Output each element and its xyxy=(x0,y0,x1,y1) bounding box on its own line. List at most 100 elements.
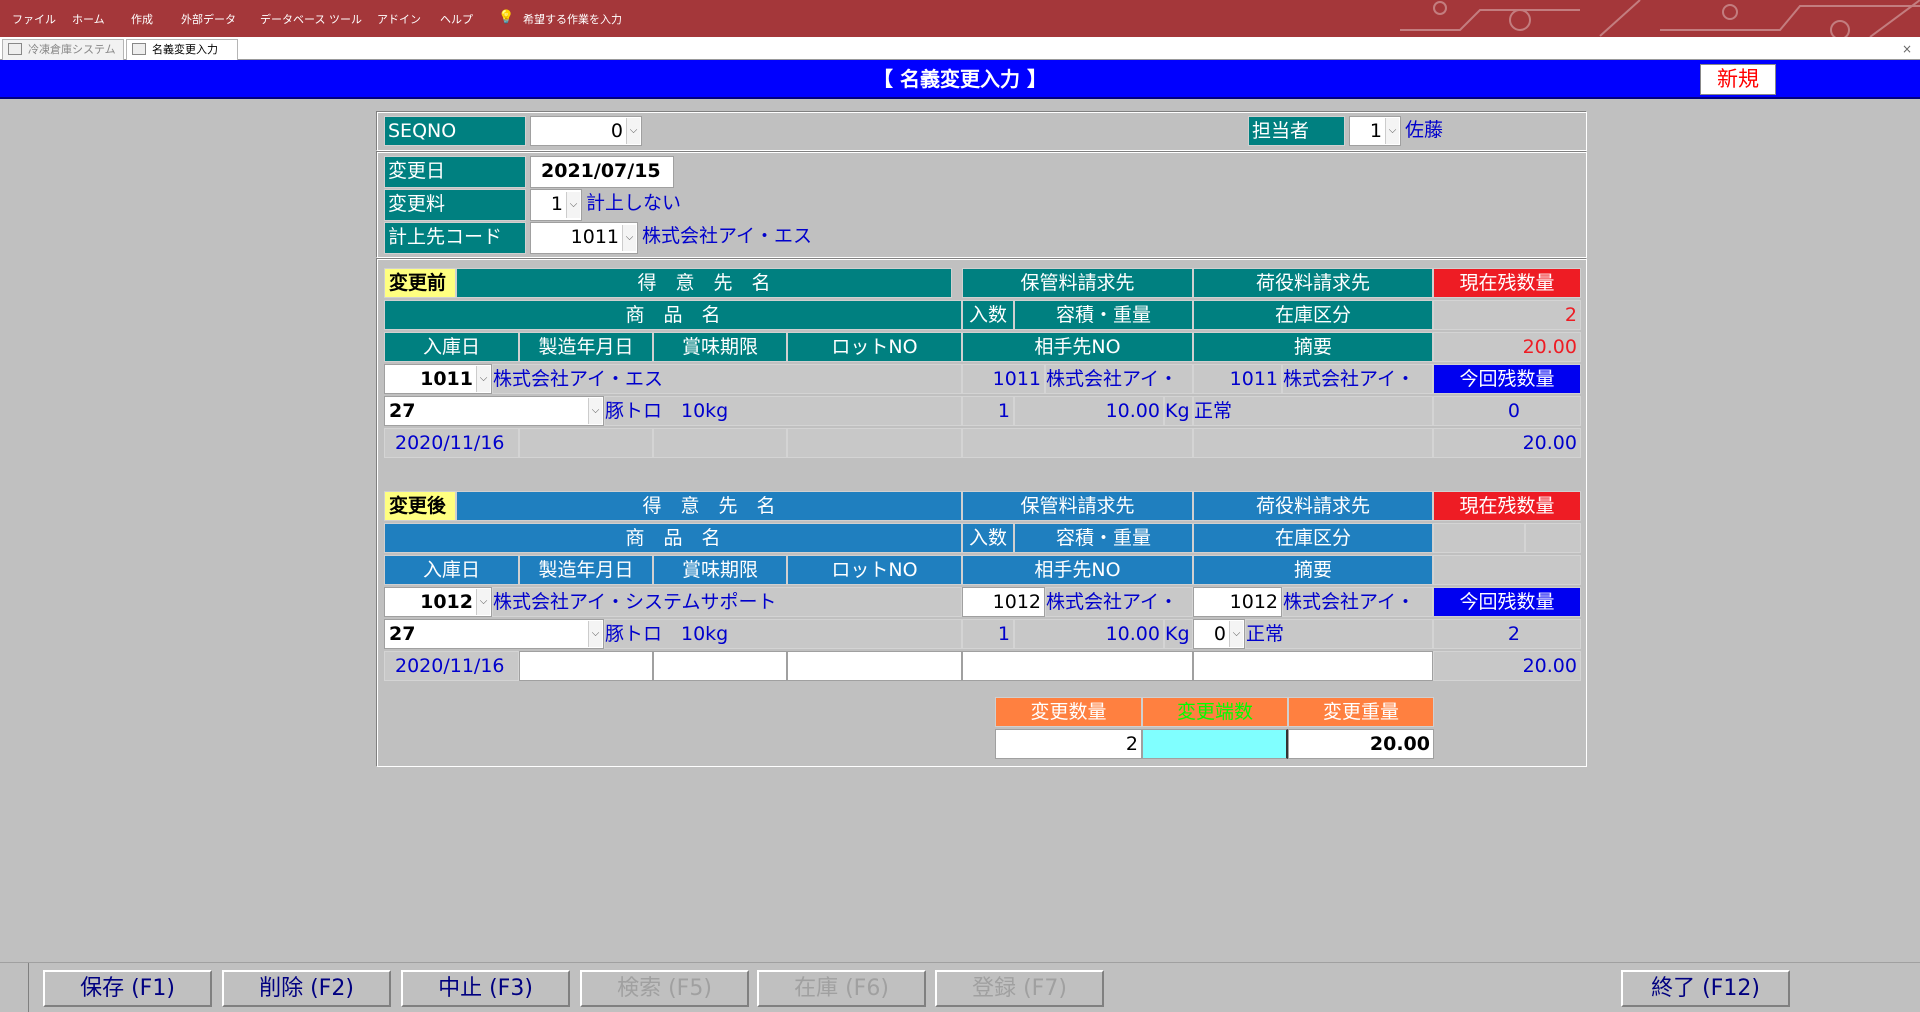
delete-button[interactable]: 削除 (F2) xyxy=(222,970,391,1007)
change-qty-label: 変更数量 xyxy=(995,697,1142,727)
menu-help[interactable]: ヘルプ xyxy=(440,13,473,27)
mfg-date-header: 製造年月日 xyxy=(519,332,653,362)
storage-bill-header: 保管料請求先 xyxy=(962,491,1193,521)
change-weight-field[interactable]: 20.00 xyxy=(1288,729,1434,759)
before-stock-type: 正常 xyxy=(1193,396,1433,426)
lot-header: ロットNO xyxy=(787,555,962,585)
form-icon xyxy=(8,43,22,55)
menu-external-data[interactable]: 外部データ xyxy=(181,13,236,27)
chevron-down-icon[interactable]: ⌵ xyxy=(622,225,636,251)
before-partner-no xyxy=(962,428,1193,458)
register-button[interactable]: 登録 (F7) xyxy=(935,970,1104,1007)
cancel-button[interactable]: 中止 (F3) xyxy=(401,970,570,1007)
lightbulb-icon: 💡 xyxy=(498,10,515,25)
account-code-label: 計上先コード xyxy=(384,222,526,254)
document-tab-bar: 冷凍倉庫システム 名義変更入力 xyxy=(0,37,1920,60)
form-title-bar: 【 名義変更入力 】 新規 xyxy=(0,60,1920,99)
chevron-down-icon[interactable]: ⌵ xyxy=(476,366,490,392)
menu-file[interactable]: ファイル xyxy=(12,13,56,27)
close-icon[interactable]: × xyxy=(1902,42,1912,56)
staff-label: 担当者 xyxy=(1248,116,1345,146)
tab-label: 名義変更入力 xyxy=(152,43,218,56)
chevron-down-icon[interactable]: ⌵ xyxy=(476,589,490,615)
after-product-code[interactable]: 27 xyxy=(384,619,604,649)
before-product-code[interactable]: 27 xyxy=(384,396,604,426)
tab-cold-storage-system[interactable]: 冷凍倉庫システム xyxy=(2,39,124,60)
before-handling-code: 1011 xyxy=(1193,364,1282,394)
in-date-header: 入庫日 xyxy=(384,555,519,585)
change-weight-label: 変更重量 xyxy=(1288,697,1434,727)
current-qty-header: 現在残数量 xyxy=(1433,268,1581,298)
before-weight: 10.00 xyxy=(1014,396,1164,426)
stock-button[interactable]: 在庫 (F6) xyxy=(757,970,926,1007)
change-date-label: 変更日 xyxy=(384,156,526,188)
partner-no-header: 相手先NO xyxy=(962,332,1193,362)
mode-badge: 新規 xyxy=(1700,64,1776,95)
search-button[interactable]: 検索 (F5) xyxy=(580,970,749,1007)
partner-no-header: 相手先NO xyxy=(962,555,1193,585)
after-handling-code[interactable]: 1012 xyxy=(1193,587,1282,617)
menu-addin[interactable]: アドイン xyxy=(377,13,421,27)
after-mfg-date[interactable] xyxy=(519,651,653,681)
before-weight-unit: Kg xyxy=(1164,396,1193,426)
in-date-header: 入庫日 xyxy=(384,332,519,362)
tell-me-search[interactable]: 希望する作業を入力 xyxy=(523,13,622,27)
after-memo[interactable] xyxy=(1193,651,1433,681)
units-header: 入数 xyxy=(962,523,1014,553)
after-handling-name: 株式会社アイ・ xyxy=(1282,587,1433,617)
before-storage-name: 株式会社アイ・ xyxy=(1045,364,1193,394)
current-qty-header: 現在残数量 xyxy=(1433,491,1581,521)
stock-type-header: 在庫区分 xyxy=(1193,523,1433,553)
menu-create[interactable]: 作成 xyxy=(131,13,153,27)
before-lot xyxy=(787,428,962,458)
menu-home[interactable]: ホーム xyxy=(72,13,105,27)
before-memo xyxy=(1193,428,1433,458)
change-qty-field[interactable]: 2 xyxy=(995,729,1142,759)
product-header: 商 品 名 xyxy=(384,523,962,553)
change-frac-field[interactable] xyxy=(1142,729,1288,759)
save-button[interactable]: 保存 (F1) xyxy=(43,970,212,1007)
before-in-date: 2020/11/16 xyxy=(384,428,519,458)
chevron-down-icon[interactable]: ⌵ xyxy=(1229,621,1243,647)
product-header: 商 品 名 xyxy=(384,300,962,330)
after-storage-name: 株式会社アイ・ xyxy=(1045,587,1193,617)
before-handling-name: 株式会社アイ・ xyxy=(1282,364,1433,394)
change-fee-text: 計上しない xyxy=(586,192,682,214)
after-lot[interactable] xyxy=(787,651,962,681)
before-current-qty: 2 xyxy=(1433,300,1581,330)
this-qty-header: 今回残数量 xyxy=(1433,587,1581,617)
chevron-down-icon[interactable]: ⌵ xyxy=(566,192,580,218)
chevron-down-icon[interactable]: ⌵ xyxy=(588,398,602,424)
change-frac-label: 変更端数 xyxy=(1142,697,1288,727)
after-tag: 変更後 xyxy=(384,491,456,521)
after-in-date: 2020/11/16 xyxy=(384,651,519,681)
tab-name-change-entry[interactable]: 名義変更入力 xyxy=(126,39,238,60)
handling-bill-header: 荷役料請求先 xyxy=(1193,268,1433,298)
memo-header: 摘要 xyxy=(1193,555,1433,585)
exit-button[interactable]: 終了 (F12) xyxy=(1621,970,1790,1007)
units-header: 入数 xyxy=(962,300,1014,330)
before-customer-name: 株式会社アイ・エス xyxy=(492,364,962,394)
volume-header: 容積・重量 xyxy=(1014,300,1193,330)
storage-bill-header: 保管料請求先 xyxy=(962,268,1193,298)
after-current-qty xyxy=(1433,523,1525,553)
seqno-label: SEQNO xyxy=(384,116,526,146)
after-partner-no[interactable] xyxy=(962,651,1193,681)
after-stock-type: 正常 xyxy=(1245,619,1433,649)
form-title: 【 名義変更入力 】 xyxy=(873,67,1047,91)
customer-header: 得 意 先 名 xyxy=(456,268,952,298)
circuit-decoration-icon xyxy=(1400,0,1920,37)
after-storage-code[interactable]: 1012 xyxy=(962,587,1045,617)
chevron-down-icon[interactable]: ⌵ xyxy=(626,118,640,144)
volume-header: 容積・重量 xyxy=(1014,523,1193,553)
before-tag: 変更前 xyxy=(384,268,456,298)
chevron-down-icon[interactable]: ⌵ xyxy=(1385,118,1399,144)
change-date-field[interactable]: 2021/07/15 xyxy=(530,156,674,188)
best-before-header: 賞味期限 xyxy=(653,555,787,585)
after-units: 1 xyxy=(962,619,1014,649)
after-weight: 10.00 xyxy=(1014,619,1164,649)
menu-database-tools[interactable]: データベース ツール xyxy=(260,13,362,27)
before-this-qty: 0 xyxy=(1433,396,1581,426)
chevron-down-icon[interactable]: ⌵ xyxy=(588,621,602,647)
after-best-before[interactable] xyxy=(653,651,787,681)
